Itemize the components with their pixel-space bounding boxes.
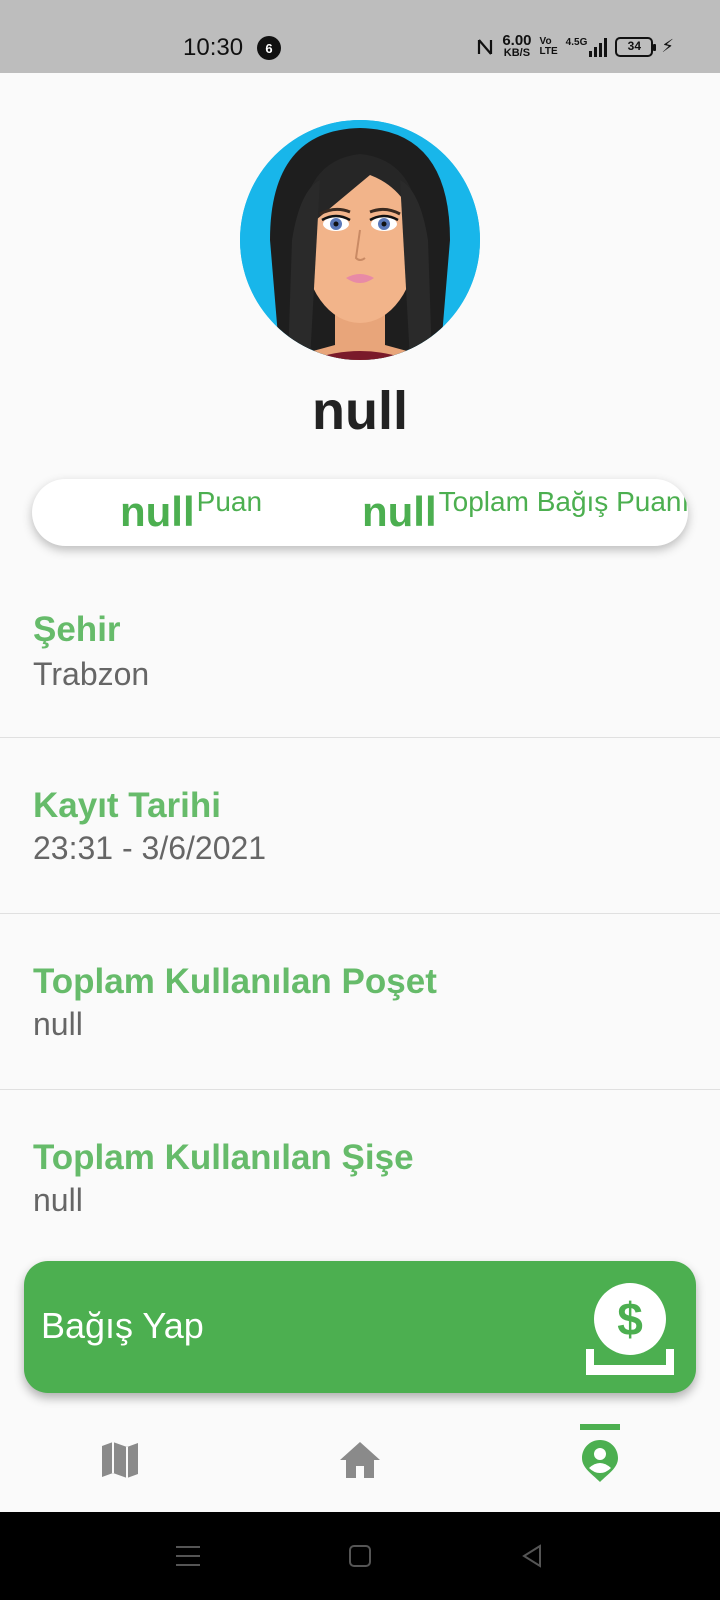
info-value: null <box>33 1006 83 1042</box>
menu-icon[interactable] <box>174 1542 202 1570</box>
points-value: null <box>120 488 195 535</box>
info-total-bottles: Toplam Kullanılan Şişe null <box>0 1090 720 1250</box>
volte-indicator: Vo LTE <box>539 35 558 57</box>
avatar <box>240 120 480 360</box>
home-button-icon[interactable] <box>346 1542 374 1570</box>
donation-points-stat: null Toplam Bağış Puanı <box>362 487 688 537</box>
donate-money-icon: $ <box>586 1283 674 1375</box>
status-bar: 10:30 6 6.00 KB/S Vo LTE 4.5G 34 ⚡ <box>0 0 720 73</box>
info-title: Şehir <box>33 610 121 649</box>
svg-text:$: $ <box>617 1293 643 1345</box>
profile-icon[interactable] <box>578 1438 622 1482</box>
female-avatar-icon <box>240 120 480 360</box>
info-title: Kayıt Tarihi <box>33 786 222 825</box>
net-speed: 6.00 KB/S <box>502 32 532 59</box>
info-value: Trabzon <box>33 656 150 692</box>
donation-points-label: Toplam Bağış Puanı <box>438 486 688 517</box>
charging-icon: ⚡ <box>661 36 674 56</box>
donation-points-value: null <box>362 488 437 535</box>
donate-button[interactable]: Bağış Yap $ <box>24 1261 696 1393</box>
system-nav-bar <box>0 1512 720 1600</box>
info-city: Şehir Trabzon <box>0 560 720 738</box>
info-value: null <box>33 1182 83 1218</box>
info-title: Toplam Kullanılan Poşet <box>33 962 437 1001</box>
nfc-icon <box>478 38 493 55</box>
points-stat: null Puan <box>120 487 262 537</box>
signal-icon: 4.5G <box>566 37 608 57</box>
home-icon[interactable] <box>338 1438 382 1482</box>
info-total-bags: Toplam Kullanılan Poşet null <box>0 914 720 1090</box>
info-registration-date: Kayıt Tarihi 23:31 - 3/6/2021 <box>0 738 720 914</box>
donate-label: Bağış Yap <box>41 1305 204 1346</box>
stats-card: null Puan null Toplam Bağış Puanı <box>32 479 688 546</box>
info-value: 23:31 - 3/6/2021 <box>33 830 267 866</box>
map-icon[interactable] <box>98 1438 142 1482</box>
battery-icon: 34 <box>615 36 657 57</box>
status-time: 10:30 <box>183 34 244 61</box>
points-label: Puan <box>196 486 263 517</box>
network-type: 4.5G <box>565 36 588 48</box>
active-tab-indicator <box>580 1424 620 1430</box>
status-icons: 6.00 KB/S Vo LTE 4.5G 34 ⚡ <box>476 32 674 59</box>
back-icon[interactable] <box>518 1542 546 1570</box>
profile-name: null <box>312 381 408 441</box>
bottom-nav <box>0 1410 720 1512</box>
info-title: Toplam Kullanılan Şişe <box>33 1138 414 1177</box>
notification-badge: 6 <box>257 36 281 60</box>
